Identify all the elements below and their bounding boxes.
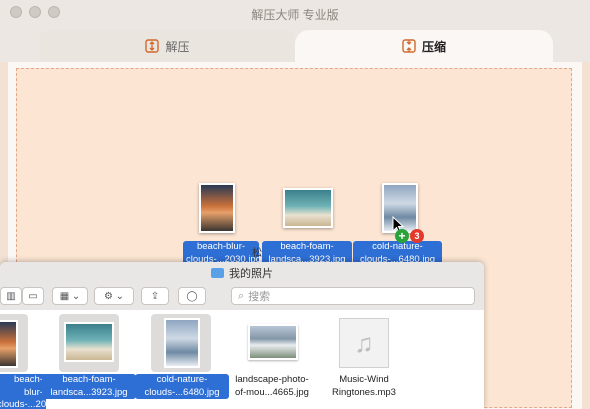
action-gear-button[interactable]: ⚙ ⌄ xyxy=(94,287,134,305)
tab-bar: 解压 压缩 xyxy=(0,26,590,62)
tab-compress-label: 压缩 xyxy=(421,39,446,54)
file-name-cold-nature[interactable]: cold-nature-clouds-...6480.jpg xyxy=(135,374,229,399)
search-input[interactable]: ⌕ 搜索 xyxy=(231,287,475,305)
finder-title: 我的照片 xyxy=(229,268,273,280)
group-by-button[interactable]: ▦ ⌄ xyxy=(52,287,88,305)
finder-window: 我的照片 ▥ ▭ ▦ ⌄ ⚙ ⌄ ⇪ ◯ ⌕ 搜索 beach-blur-clo… xyxy=(0,262,484,409)
search-icon: ⌕ xyxy=(238,289,245,302)
tags-button[interactable]: ◯ xyxy=(178,287,206,305)
drag-count-badge: 3 xyxy=(410,229,424,243)
finder-title-bar: 我的照片 xyxy=(0,262,484,284)
view-columns-button[interactable]: ▥ xyxy=(0,287,22,305)
file-grid: beach-blur-clouds-...2030.jpg beach-foam… xyxy=(0,310,484,409)
title-bar: 解压大师 专业版 xyxy=(0,0,590,27)
decompress-icon xyxy=(145,39,160,53)
app-window: 解压大师 专业版 解压 压缩 beach-blur-clouds-...2030… xyxy=(0,0,590,409)
view-gallery-button[interactable]: ▭ xyxy=(22,287,44,305)
search-placeholder: 搜索 xyxy=(248,291,271,303)
drag-thumb-beach-foam xyxy=(283,188,333,228)
file-thumb-cold-nature[interactable] xyxy=(164,318,200,368)
tab-decompress-label: 解压 xyxy=(165,39,190,54)
file-thumb-landscape[interactable] xyxy=(248,324,298,360)
folder-icon xyxy=(211,268,224,278)
file-name-landscape[interactable]: landscape-photo-of-mou...4665.jpg xyxy=(224,374,320,399)
share-button[interactable]: ⇪ xyxy=(141,287,169,305)
file-name-beach-foam[interactable]: beach-foam-landsca...3923.jpg xyxy=(42,374,136,399)
file-thumb-beach-foam[interactable] xyxy=(64,322,114,362)
music-file-icon[interactable]: ♫ xyxy=(339,318,389,368)
file-thumb-beach-blur[interactable] xyxy=(0,320,18,368)
tab-compress[interactable]: 压缩 xyxy=(295,30,553,62)
compress-icon xyxy=(402,39,416,53)
file-name-music[interactable]: Music-Wind Ringtones.mp3 xyxy=(322,374,406,399)
drag-thumb-beach-blur xyxy=(199,183,235,233)
window-title: 解压大师 专业版 xyxy=(251,8,339,22)
finder-toolbar: ▥ ▭ ▦ ⌄ ⚙ ⌄ ⇪ ◯ ⌕ 搜索 xyxy=(0,284,484,311)
copy-plus-badge: + xyxy=(395,229,409,243)
file-name-beach-blur[interactable]: beach-blur-clouds-...2030.jpg xyxy=(0,374,72,409)
tab-decompress[interactable]: 解压 xyxy=(40,30,295,62)
